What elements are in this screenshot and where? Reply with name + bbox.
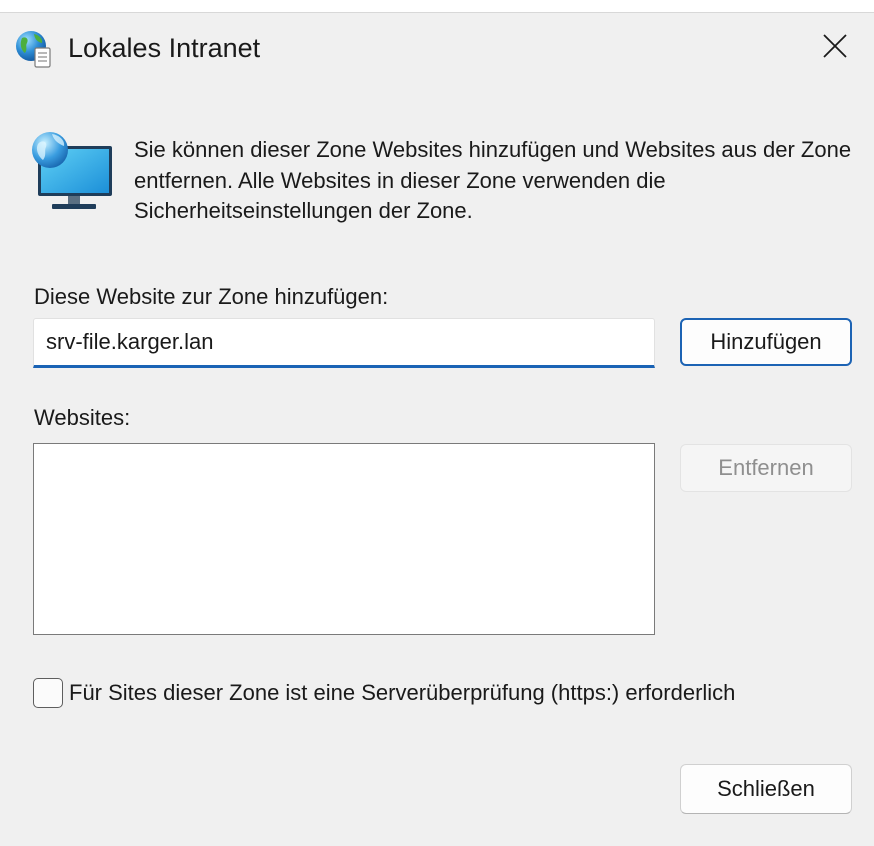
https-checkbox[interactable]	[33, 678, 63, 708]
globe-document-icon	[14, 29, 54, 69]
window-top-edge	[0, 0, 874, 13]
globe-monitor-icon	[30, 130, 116, 216]
close-icon	[822, 33, 848, 64]
https-checkbox-label: Für Sites dieser Zone ist eine Serverübe…	[69, 680, 736, 705]
add-button[interactable]: Hinzufügen	[680, 318, 852, 366]
add-site-label: Diese Website zur Zone hinzufügen:	[34, 284, 389, 309]
site-url-input[interactable]	[33, 318, 655, 368]
close-button[interactable]	[814, 27, 856, 69]
websites-label: Websites:	[34, 405, 131, 430]
websites-list[interactable]	[33, 443, 655, 635]
remove-button[interactable]: Entfernen	[680, 444, 852, 492]
title-bar[interactable]: Lokales Intranet	[0, 13, 874, 85]
https-check-row[interactable]: Für Sites dieser Zone ist eine Serverübe…	[33, 676, 735, 710]
dialog-window: Lokales Intranet Sie können dieser Zone …	[0, 0, 874, 846]
close-dialog-button[interactable]: Schließen	[680, 764, 852, 814]
info-description: Sie können dieser Zone Websites hinzufüg…	[134, 137, 852, 223]
window-title: Lokales Intranet	[68, 33, 261, 63]
